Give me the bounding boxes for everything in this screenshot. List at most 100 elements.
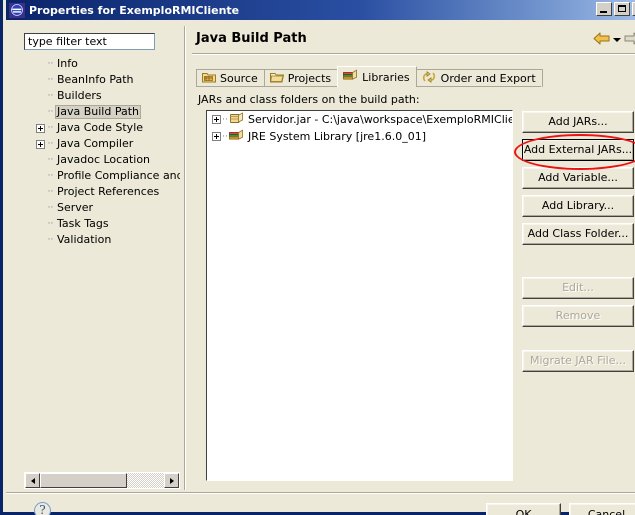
window-titlebar[interactable]: Properties for ExemploRMICliente ✕ (6, 0, 635, 20)
sidebar-item-java-compiler[interactable]: ·· Java Compiler (24, 136, 180, 152)
window-controls: ✕ (596, 2, 635, 16)
tree-connector-icon: ·· (47, 154, 54, 165)
settings-tree-panel[interactable]: ·· Info ·· BeanInfo Path ·· Builders ·· Java Bu… (24, 56, 180, 467)
sidebar-item-label: Project References (57, 185, 160, 198)
sidebar-item-label: Validation (57, 233, 112, 246)
sidebar-item-label: Java Compiler (57, 137, 134, 150)
sidebar-item-label: Builders (57, 89, 102, 102)
tab-label: Order and Export (440, 72, 536, 85)
tab-label: Source (220, 72, 258, 85)
eclipse-icon (9, 2, 25, 18)
add-library-button[interactable]: Add Library... (522, 195, 634, 217)
migrate-jar-file-button: Migrate JAR File... (522, 350, 634, 372)
sidebar-item-profile-compliance-and-va[interactable]: ··Profile Compliance and Va (24, 168, 180, 184)
tab-label: Libraries (362, 70, 410, 84)
minimize-button[interactable] (596, 2, 612, 16)
properties-dialog-window: Properties for ExemploRMICliente ✕ ··Inf… (0, 0, 635, 515)
sidebar-item-java-code-style[interactable]: ·· Java Code Style (24, 120, 180, 136)
sidebar-item-java-build-path[interactable]: ·· Java Build Path (24, 104, 180, 120)
build-path-entry-label: JRE System Library [jre1.6.0_01] (248, 130, 426, 143)
tree-connector-icon: ·· (47, 202, 54, 213)
sidebar-item-beaninfo-path[interactable]: ·· BeanInfo Path (24, 72, 180, 88)
title-separator (192, 53, 635, 55)
sidebar-item-label: Server (57, 201, 94, 214)
page-navigation (593, 32, 635, 48)
scrollbar-track[interactable] (40, 473, 164, 488)
expand-plus-icon[interactable] (212, 115, 221, 124)
add-external-jars-button[interactable]: Add External JARs... (522, 139, 634, 161)
sidebar-item-label: Profile Compliance and Va (57, 169, 180, 182)
footer-separator (6, 492, 635, 494)
help-button[interactable]: ? (34, 502, 51, 515)
minimize-icon (600, 11, 607, 13)
build-path-tabs: Source Projects Libraries Order and Export (196, 66, 543, 87)
cancel-button[interactable]: Cancel (569, 503, 635, 515)
filter-input[interactable] (24, 33, 155, 50)
tree-connector-icon: ·· (47, 74, 54, 85)
tree-connector-icon: ·· (222, 131, 228, 142)
tree-connector-icon: ·· (47, 234, 54, 245)
sidebar-item-server[interactable]: ·· Server (24, 200, 180, 216)
project-folder-icon (269, 71, 284, 86)
pane-divider (184, 26, 186, 490)
forward-arrow-icon[interactable] (624, 32, 635, 48)
properties-dialog-screen: Properties for ExemploRMICliente ✕ ··Inf… (0, 0, 635, 515)
tree-connector-icon: ·· (47, 218, 54, 229)
tree-connector-icon: ·· (47, 90, 54, 101)
scrollbar-thumb[interactable] (40, 473, 127, 488)
sidebar-item-javadoc-location[interactable]: ·· Javadoc Location (24, 152, 180, 168)
libraries-books-icon (343, 69, 358, 85)
back-dropdown-caret-icon[interactable] (613, 38, 621, 42)
tab-projects[interactable]: Projects (263, 69, 339, 87)
scroll-left-button[interactable] (25, 473, 40, 488)
settings-tree: ·· Info ·· BeanInfo Path ·· Builders ·· Java Bu… (24, 56, 180, 248)
list-caption: JARs and class folders on the build path… (198, 93, 420, 106)
jar-icon (229, 111, 244, 128)
scroll-right-icon (169, 477, 174, 484)
sidebar-item-validation[interactable]: ·· Validation (24, 232, 180, 248)
scroll-right-button[interactable] (164, 473, 179, 488)
sidebar-item-task-tags[interactable]: ·· Task Tags (24, 216, 180, 232)
maximize-button[interactable] (614, 2, 630, 16)
expand-plus-icon[interactable] (36, 123, 45, 133)
add-jars-button[interactable]: Add JARs... (522, 111, 634, 133)
build-path-entry[interactable]: ·· Servidor.jar - C:\java\workspace\Exemp… (207, 111, 512, 128)
scroll-left-icon (30, 477, 35, 484)
tree-horizontal-scrollbar[interactable] (24, 472, 180, 489)
source-folder-icon (202, 71, 216, 86)
tab-libraries[interactable]: Libraries (337, 66, 417, 87)
tab-order-and-export[interactable]: Order and Export (415, 69, 543, 87)
sidebar-item-label: BeanInfo Path (57, 73, 134, 86)
add-class-folder-button[interactable]: Add Class Folder... (522, 223, 634, 245)
tree-connector-icon: ·· (47, 58, 54, 69)
sidebar-item-project-references[interactable]: ·· Project References (24, 184, 180, 200)
maximize-icon (618, 5, 626, 12)
build-path-entry[interactable]: ·· JRE System Library [jre1.6.0_01] (207, 128, 512, 145)
expand-plus-icon[interactable] (212, 132, 221, 141)
edit-button: Edit... (522, 277, 634, 299)
expand-plus-icon[interactable] (36, 139, 45, 149)
tab-label: Projects (287, 72, 332, 85)
window-title: Properties for ExemploRMICliente (29, 3, 240, 17)
dialog-client-area: ··Info··BeanInfo Path··Builders··Java Bu… (6, 20, 635, 515)
library-books-icon (229, 128, 244, 145)
tree-connector-icon: ·· (47, 106, 54, 117)
tab-source[interactable]: Source (196, 69, 265, 87)
add-variable-button[interactable]: Add Variable... (522, 167, 634, 189)
ok-button[interactable]: OK (486, 503, 561, 515)
remove-button: Remove (522, 305, 634, 327)
sidebar-item-info[interactable]: ·· Info (24, 56, 180, 72)
build-path-entry-label: Servidor.jar - C:\java\workspace\Exemplo… (248, 113, 513, 126)
back-arrow-icon[interactable] (593, 32, 610, 48)
tree-connector-icon: ·· (222, 114, 228, 125)
sidebar-item-builders[interactable]: ·· Builders (24, 88, 180, 104)
tree-connector-icon: ·· (47, 186, 54, 197)
tree-connector-icon: ·· (47, 170, 54, 181)
build-path-entries-list[interactable]: ·· Servidor.jar - C:\java\workspace\Exemp… (206, 110, 513, 481)
